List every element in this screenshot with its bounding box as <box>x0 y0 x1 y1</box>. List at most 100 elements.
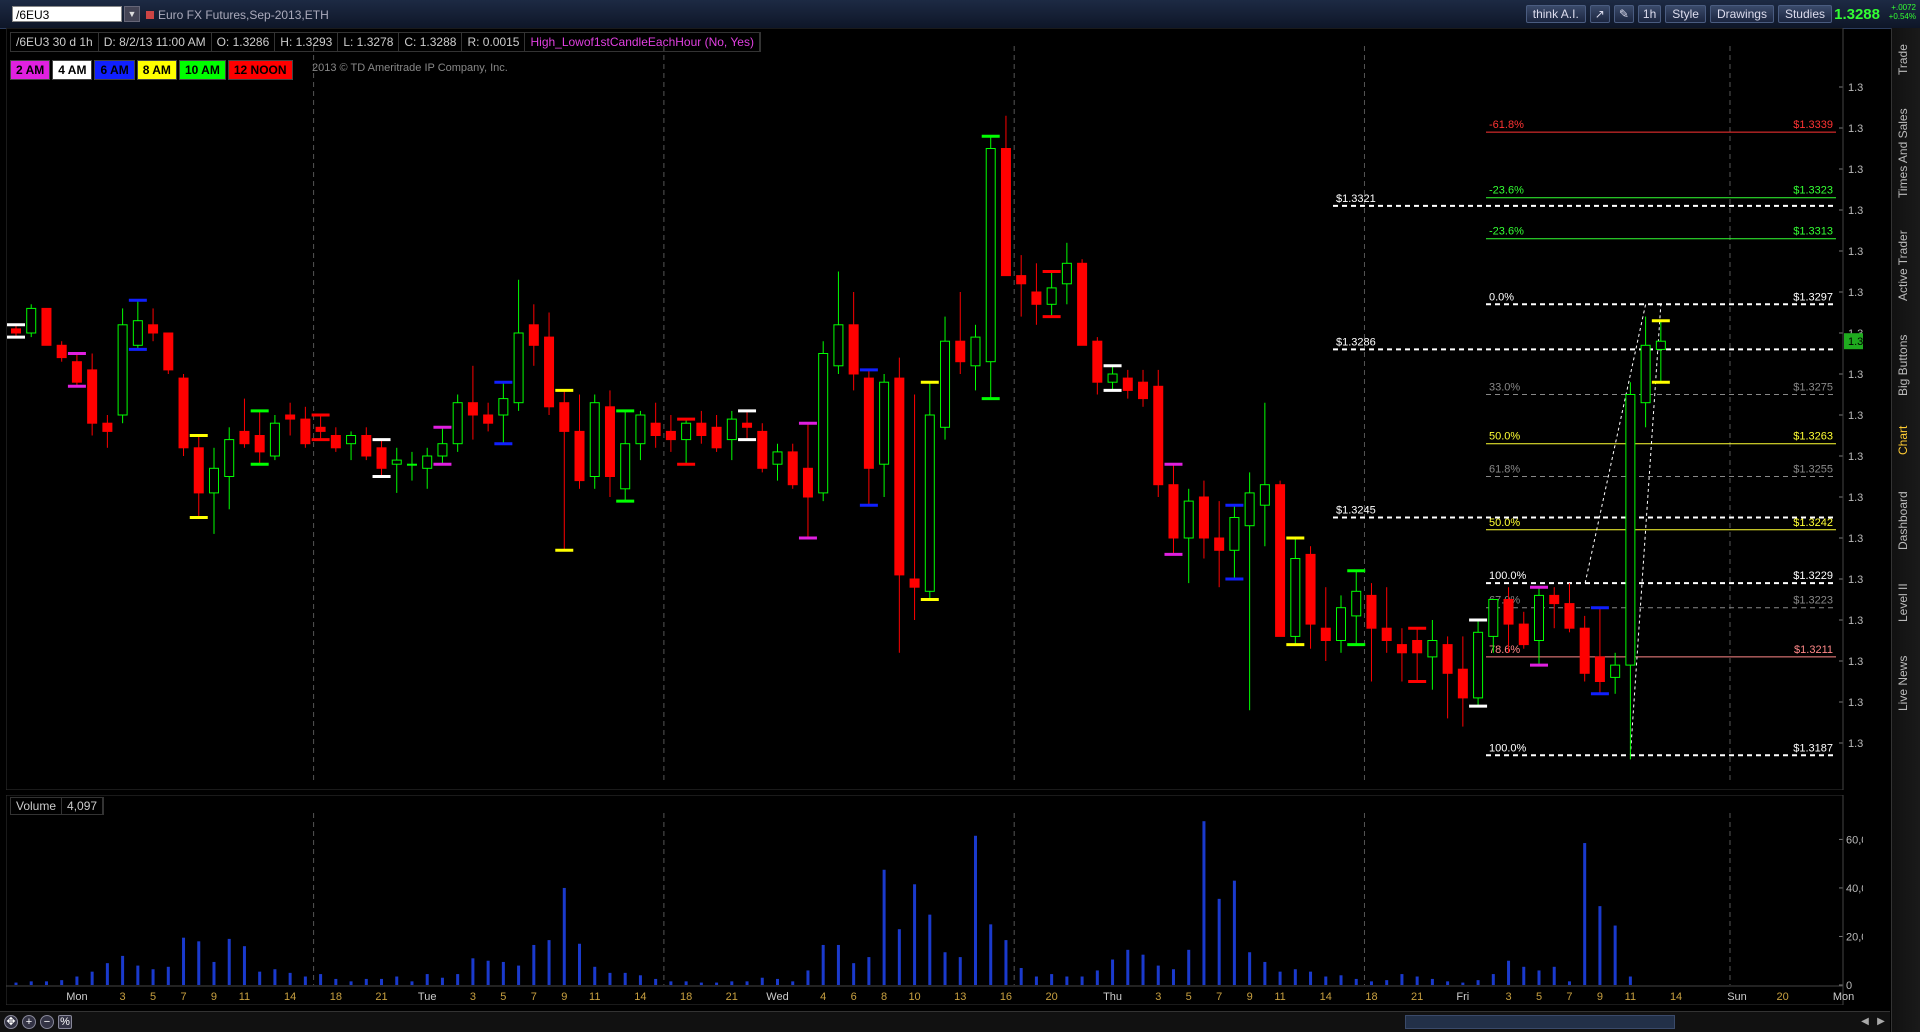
candle-body <box>711 426 722 449</box>
tab-times-and-sales[interactable]: Times And Sales <box>1896 98 1914 208</box>
bar-range: R: 0.0015 <box>462 33 526 51</box>
volume-bar <box>730 981 734 985</box>
volume-bar <box>105 963 109 985</box>
volume-bar <box>1293 969 1297 985</box>
candle-body <box>1625 394 1636 666</box>
volume-bar <box>1232 880 1236 985</box>
x-tick-label: 14 <box>284 991 296 1003</box>
candle-body <box>330 435 341 449</box>
volume-bar <box>1552 966 1556 985</box>
price-change: +.0072 +0.54% <box>1889 3 1916 21</box>
candle-body <box>148 324 159 334</box>
time-scrollbar[interactable] <box>1405 1015 1675 1029</box>
tab-trade[interactable]: Trade <box>1896 38 1914 82</box>
candle-body <box>56 344 67 359</box>
fib-price-label: $1.3211 <box>1794 644 1833 656</box>
x-tick-label: 14 <box>634 991 646 1003</box>
candle-body <box>483 414 494 424</box>
candle-body <box>452 402 463 445</box>
volume-bar <box>1461 982 1465 985</box>
candle-body <box>1549 594 1560 605</box>
tab-chart[interactable]: Chart <box>1896 418 1914 463</box>
fib-price-label: $1.3255 <box>1793 464 1833 476</box>
x-tick-label: Thu <box>1103 991 1122 1003</box>
candle-body <box>224 439 235 478</box>
symbol-input[interactable]: /6EU3 <box>12 6 122 22</box>
tab-dashboard[interactable]: Dashboard <box>1896 478 1914 563</box>
x-tick-label: 7 <box>1566 991 1572 1003</box>
fib-price-label: $1.3313 <box>1793 226 1833 238</box>
flag-icon <box>146 11 154 19</box>
zoom-in-icon[interactable]: + <box>22 1015 36 1029</box>
tab-big-buttons[interactable]: Big Buttons <box>1896 323 1914 408</box>
tab-level-ii[interactable]: Level II <box>1896 573 1914 633</box>
tab-live-news[interactable]: Live News <box>1896 643 1914 723</box>
candle-body <box>681 422 692 441</box>
volume-bar <box>425 974 429 985</box>
volume-bar <box>349 981 353 985</box>
volume-bar <box>1507 960 1511 985</box>
candle-body <box>985 148 996 363</box>
drawings-button[interactable]: Drawings <box>1709 5 1774 23</box>
volume-bar <box>821 944 825 985</box>
x-tick-label: 3 <box>1155 991 1161 1003</box>
candle-body <box>1579 627 1590 674</box>
scroll-right-icon[interactable]: ▶ <box>1874 1015 1888 1029</box>
volume-bar <box>1202 821 1206 985</box>
candle-body <box>132 320 143 346</box>
pan-icon[interactable]: ✥ <box>4 1015 18 1029</box>
volume-bar <box>654 978 658 985</box>
candle-body <box>1275 484 1286 637</box>
volume-bar <box>60 980 64 985</box>
candle-body <box>574 430 585 482</box>
timeframe-button[interactable]: 1h <box>1637 5 1662 23</box>
chart-background <box>6 28 1843 790</box>
symbol-dropdown-icon[interactable]: ▼ <box>124 6 140 22</box>
candle-body <box>1138 381 1149 400</box>
candle-body <box>285 414 296 420</box>
crosshair-icon[interactable]: ↗ <box>1589 5 1610 23</box>
studies-button[interactable]: Studies <box>1777 5 1832 23</box>
volume-bar <box>1476 980 1480 985</box>
price-chart[interactable]: 1.3351.3341.3331.3321.3311.331.3291.3281… <box>6 28 1863 790</box>
change-pct: +0.54% <box>1888 12 1916 21</box>
percent-icon[interactable]: % <box>58 1015 72 1029</box>
x-tick-label: 3 <box>470 991 476 1003</box>
volume-bar <box>608 972 612 985</box>
tab-active-trader[interactable]: Active Trader <box>1896 218 1914 313</box>
style-button[interactable]: Style <box>1665 5 1706 23</box>
x-tick-label: 9 <box>211 991 217 1003</box>
volume-chart[interactable]: 60,00040,00020,0000Mon357911141821Tue357… <box>6 795 1863 1005</box>
y-tick-label: 1.323 <box>1848 574 1863 586</box>
candle-body <box>1077 262 1088 346</box>
volume-bar <box>989 924 993 985</box>
candle-body <box>376 447 387 469</box>
volume-bar <box>593 966 597 985</box>
volume-bar <box>1400 974 1404 985</box>
candle-body <box>924 414 935 592</box>
symbol-description: Euro FX Futures,Sep-2013,ETH <box>146 8 329 22</box>
volume-bar <box>319 974 323 985</box>
candle-body <box>513 332 524 404</box>
candle-body <box>269 422 280 457</box>
study-label[interactable]: High_Lowof1stCandleEachHour (No, Yes) <box>525 33 760 51</box>
x-tick-label: 8 <box>881 991 887 1003</box>
volume-bar <box>1019 968 1023 985</box>
last-price-tag-label: 1.3288 <box>1848 336 1863 348</box>
bar-low: L: 1.3278 <box>338 33 400 51</box>
think-ai-button[interactable]: think A.I. <box>1525 5 1586 23</box>
candle-body <box>163 332 174 371</box>
candle-body <box>1427 640 1438 658</box>
zoom-out-icon[interactable]: − <box>40 1015 54 1029</box>
volume-bar <box>1217 898 1221 985</box>
candle-body <box>1320 627 1331 642</box>
volume-bar <box>182 937 186 985</box>
pencil-icon[interactable]: ✎ <box>1613 5 1634 23</box>
candle-body <box>1594 656 1605 683</box>
fib-level-label: 50.0% <box>1489 517 1520 529</box>
volume-bar <box>776 978 779 985</box>
candle-body <box>498 398 509 416</box>
fib-price-label: $1.3339 <box>1793 119 1833 131</box>
candle-body <box>833 324 844 367</box>
scroll-left-icon[interactable]: ◀ <box>1858 1015 1872 1029</box>
